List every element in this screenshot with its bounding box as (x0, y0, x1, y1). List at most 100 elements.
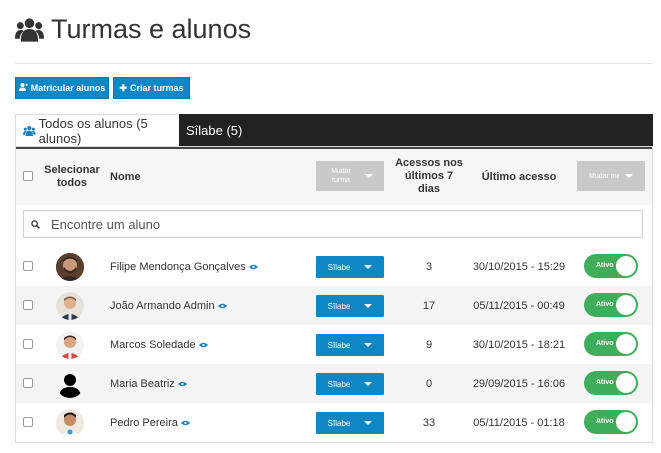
last-access-date: 30/10/2015 - 15:29 (472, 260, 566, 273)
table-row: Filipe Mendonça Gonçalves Sîlabe 3 30/10… (16, 247, 652, 286)
student-name[interactable]: Marcos Soledade (110, 325, 208, 364)
name-header: Nome (110, 171, 141, 183)
avatar[interactable] (56, 370, 84, 398)
last-access-date: 05/11/2015 - 00:49 (473, 299, 565, 312)
active-toggle[interactable]: Ativo (584, 410, 638, 434)
users-icon (23, 125, 36, 136)
tab-all-students-label: Todos os alunos (5 alunos) (38, 115, 148, 146)
accesses-count: 33 (422, 416, 436, 429)
active-toggle[interactable]: Ativo (584, 332, 638, 356)
accesses-count: 3 (425, 260, 433, 273)
last-access-date: 29/09/2015 - 16:06 (472, 377, 566, 390)
plus-icon: ✚ (119, 82, 127, 93)
toggle-knob (616, 412, 636, 432)
chevron-down-icon (364, 382, 373, 386)
search-input[interactable] (49, 215, 633, 233)
student-name[interactable]: João Armando Admin (110, 286, 227, 325)
change-enrollment-button[interactable]: Mudar matrí... (577, 161, 645, 191)
chevron-down-icon (364, 265, 373, 269)
class-dropdown-label: Sîlabe (327, 418, 351, 428)
active-toggle-label: Ativo (596, 418, 614, 425)
create-classes-button[interactable]: ✚ Criar turmas (113, 77, 190, 99)
student-name-text: Marcos Soledade (110, 338, 196, 351)
class-dropdown-label: Sîlabe (327, 262, 351, 272)
row-checkbox[interactable] (23, 417, 33, 427)
class-dropdown[interactable]: Sîlabe (316, 334, 384, 356)
accesses-count: 0 (425, 377, 433, 390)
student-name-text: Maria Beatriz (110, 377, 175, 390)
table-header: Selecionar todos Nome Mudar turma Acesso… (16, 147, 652, 205)
header-divider (15, 63, 652, 64)
select-all-header: Selecionar todos (44, 164, 100, 189)
toggle-knob (616, 334, 636, 354)
search-icon (31, 219, 40, 229)
change-class-button[interactable]: Mudar turma (316, 161, 384, 191)
chevron-down-icon (364, 343, 373, 347)
avatar[interactable] (56, 292, 84, 320)
active-toggle[interactable]: Ativo (584, 293, 638, 317)
class-dropdown[interactable]: Sîlabe (316, 412, 384, 434)
row-checkbox[interactable] (23, 378, 33, 388)
eye-icon[interactable] (198, 342, 208, 348)
class-dropdown[interactable]: Sîlabe (316, 256, 384, 278)
tab-bar: Todos os alunos (5 alunos) Sîlabe (5) (15, 114, 653, 146)
students-table: Selecionar todos Nome Mudar turma Acesso… (15, 146, 653, 443)
class-dropdown-label: Sîlabe (327, 301, 351, 311)
table-row: Marcos Soledade Sîlabe 9 30/10/2015 - 18… (16, 325, 652, 364)
avatar[interactable] (56, 253, 84, 281)
chevron-down-icon (364, 304, 373, 308)
accesses-count: 9 (425, 338, 433, 351)
action-toolbar: Matricular alunos ✚ Criar turmas (15, 77, 190, 99)
change-enrollment-label: Mudar matrí... (589, 172, 619, 180)
student-name[interactable]: Maria Beatriz (110, 364, 187, 403)
page-header: Turmas e alunos (15, 14, 251, 45)
tab-silabe-label: Sîlabe (5) (186, 122, 243, 138)
student-name[interactable]: Pedro Pereira (110, 403, 190, 442)
eye-icon[interactable] (180, 420, 190, 426)
page-title: Turmas e alunos (51, 14, 252, 44)
enroll-students-button[interactable]: Matricular alunos (15, 77, 109, 99)
class-dropdown[interactable]: Sîlabe (316, 295, 384, 317)
chevron-down-icon (625, 174, 633, 178)
student-name-text: João Armando Admin (110, 299, 215, 312)
change-class-label: Mudar turma (331, 168, 351, 184)
toggle-knob (616, 256, 636, 276)
avatar[interactable] (56, 409, 84, 437)
chevron-down-icon (365, 174, 373, 178)
toggle-knob (616, 295, 636, 315)
active-toggle[interactable]: Ativo (584, 254, 638, 278)
last-access-header: Último acesso (481, 171, 557, 183)
active-toggle-label: Ativo (596, 379, 614, 386)
class-dropdown-label: Sîlabe (327, 340, 351, 350)
student-search-field (23, 210, 643, 238)
tab-all-students[interactable]: Todos os alunos (5 alunos) (15, 114, 179, 146)
create-classes-label: Criar turmas (130, 83, 184, 93)
users-icon (15, 17, 44, 42)
eye-icon[interactable] (217, 303, 227, 309)
accesses-header: Acessos nos últimos 7 dias (395, 157, 463, 195)
eye-icon[interactable] (248, 264, 258, 270)
active-toggle-label: Ativo (596, 340, 614, 347)
last-access-date: 30/10/2015 - 18:21 (472, 338, 566, 351)
class-dropdown[interactable]: Sîlabe (316, 373, 384, 395)
student-name[interactable]: Filipe Mendonça Gonçalves (110, 247, 258, 286)
enroll-students-label: Matricular alunos (30, 83, 106, 93)
table-row: Pedro Pereira Sîlabe 33 05/11/2015 - 01:… (16, 403, 652, 442)
class-dropdown-label: Sîlabe (327, 379, 351, 389)
row-checkbox[interactable] (23, 300, 33, 310)
chevron-down-icon (364, 421, 373, 425)
active-toggle[interactable]: Ativo (584, 371, 638, 395)
toggle-knob (616, 373, 636, 393)
select-all-checkbox[interactable] (23, 171, 33, 181)
row-checkbox[interactable] (23, 339, 33, 349)
student-name-text: Filipe Mendonça Gonçalves (110, 260, 246, 273)
student-name-text: Pedro Pereira (110, 416, 178, 429)
avatar[interactable] (56, 331, 84, 359)
tab-silabe[interactable]: Sîlabe (5) (186, 114, 242, 146)
row-checkbox[interactable] (23, 261, 33, 271)
active-toggle-label: Ativo (596, 262, 614, 269)
accesses-count: 17 (422, 299, 436, 312)
table-row: João Armando Admin Sîlabe 17 05/11/2015 … (16, 286, 652, 325)
last-access-date: 05/11/2015 - 01:18 (473, 416, 565, 429)
eye-icon[interactable] (177, 381, 187, 387)
